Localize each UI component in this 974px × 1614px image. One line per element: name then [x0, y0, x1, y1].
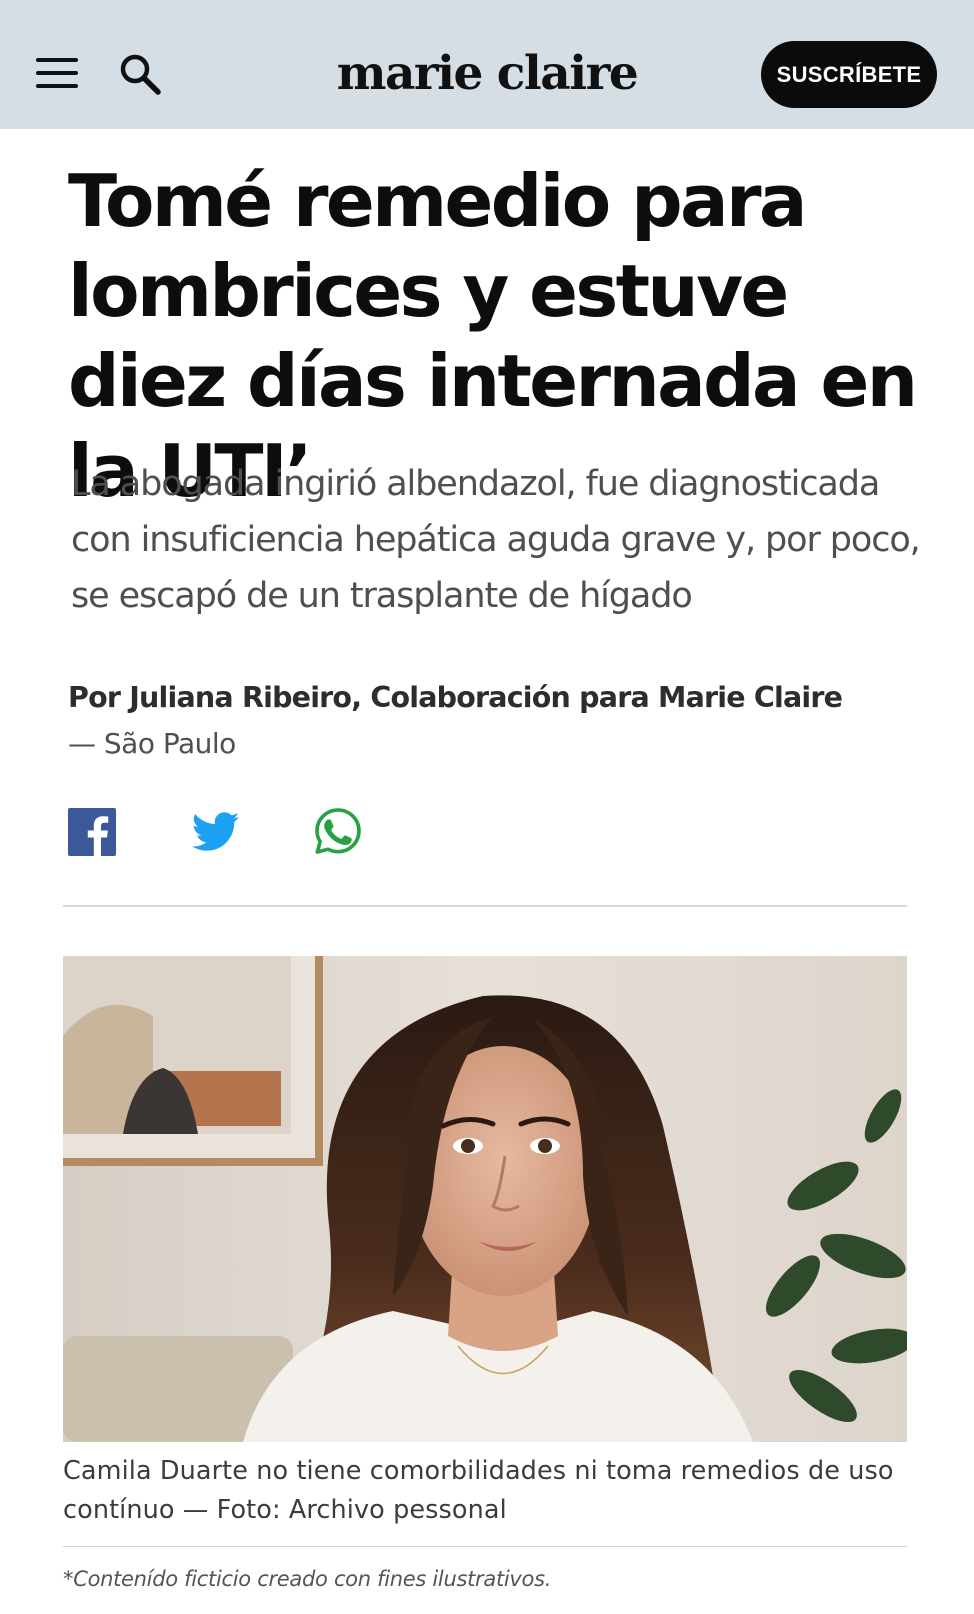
portrait-illustration	[63, 956, 907, 1442]
article-byline[interactable]: Por Juliana Ribeiro, Colaboración para M…	[68, 676, 948, 720]
facebook-icon[interactable]	[68, 808, 116, 856]
subscribe-button[interactable]: SUSCRÍBETE	[761, 41, 937, 108]
twitter-icon[interactable]	[192, 810, 240, 854]
article-photo[interactable]	[63, 956, 907, 1442]
photo-caption: Camila Duarte no tiene comorbilidades ni…	[63, 1456, 894, 1525]
article-subheadline: La abogada ingirió albendazol, fue diagn…	[71, 464, 921, 616]
hamburger-menu-icon[interactable]	[36, 58, 78, 90]
fiction-disclaimer: *Contenído ficticio creado con fines ilu…	[63, 1567, 552, 1591]
site-header: marie claire SUSCRÍBETE	[0, 0, 974, 129]
search-icon[interactable]	[118, 52, 164, 98]
section-divider	[63, 905, 907, 907]
article-location: — São Paulo	[68, 727, 236, 760]
caption-divider	[63, 1546, 907, 1547]
whatsapp-icon[interactable]	[314, 807, 362, 855]
